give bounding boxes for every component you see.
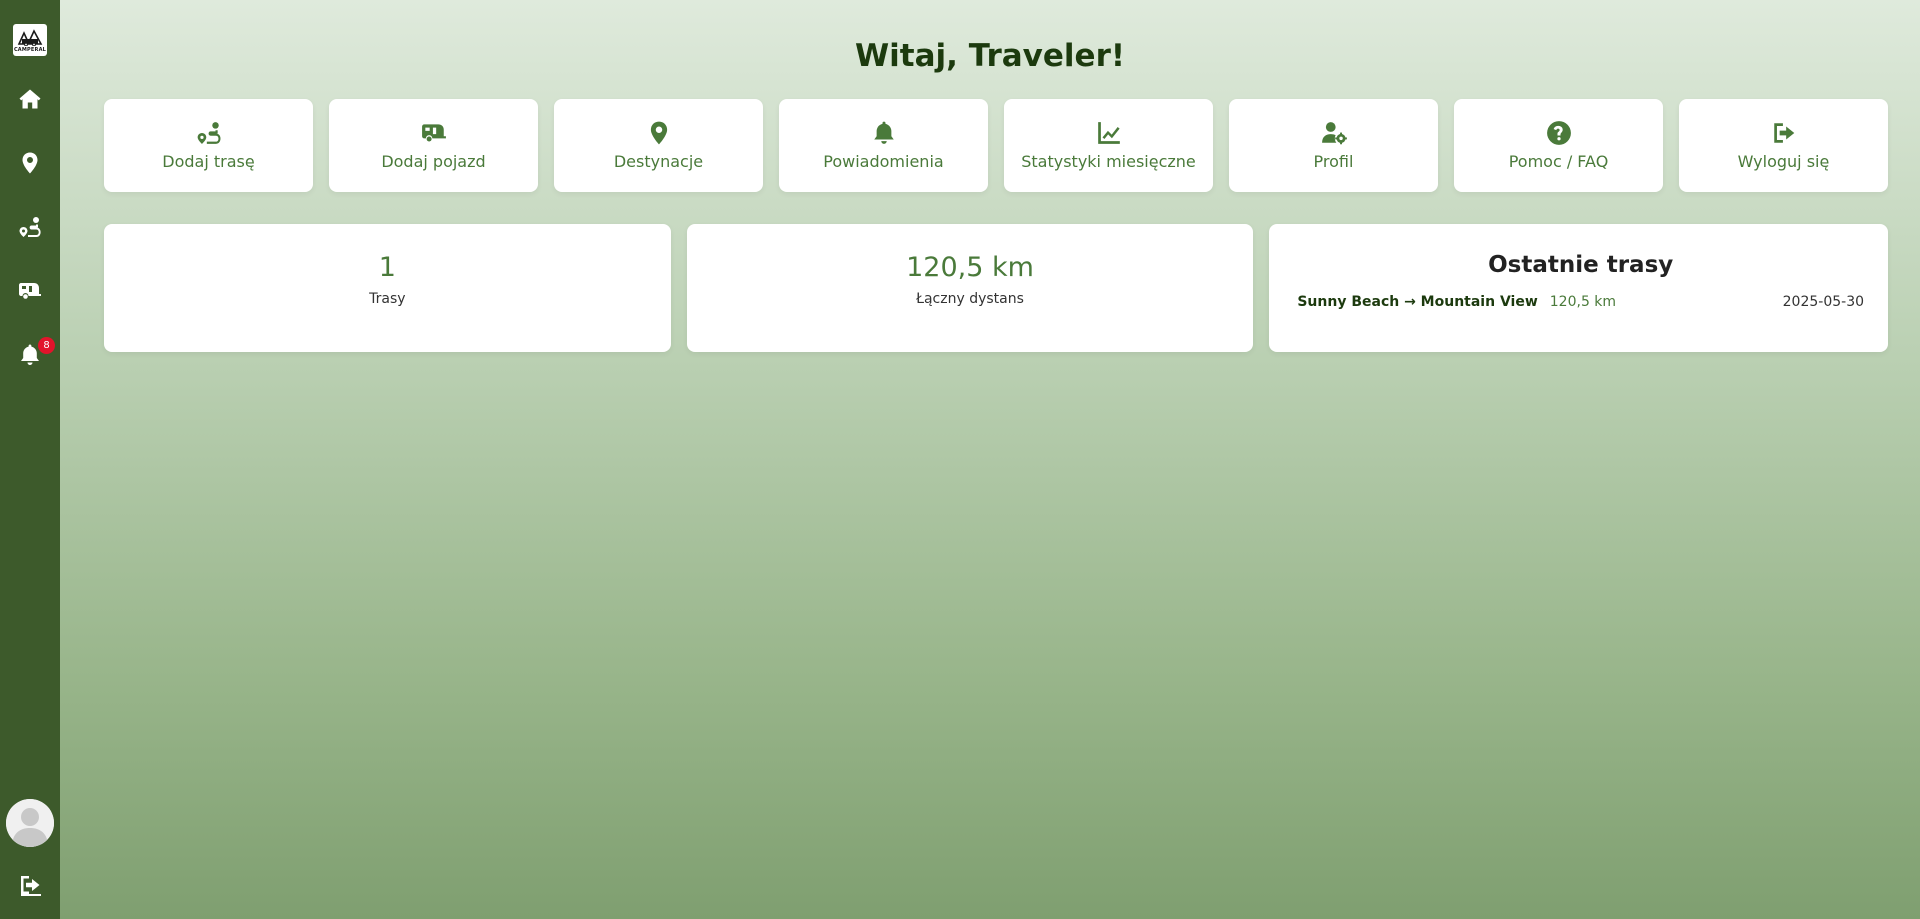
sidebar-item-home[interactable] xyxy=(0,67,60,131)
recent-routes-title: Ostatnie trasy xyxy=(1488,252,1674,278)
route-distance: 120,5 km xyxy=(1549,294,1617,310)
routes-count-card: 1 Trasy xyxy=(104,224,671,352)
avatar[interactable] xyxy=(6,799,54,847)
routes-count-label: Trasy xyxy=(369,291,406,307)
question-circle-icon xyxy=(1546,121,1571,145)
route-icon xyxy=(19,217,41,237)
map-pin-icon xyxy=(650,121,667,145)
action-label: Powiadomienia xyxy=(823,152,944,171)
list-item[interactable]: Sunny Beach → Mountain View 120,5 km 202… xyxy=(1297,294,1864,310)
add-route-button[interactable]: Dodaj trasę xyxy=(104,99,313,192)
action-label: Dodaj trasę xyxy=(162,152,255,171)
routes-count-value: 1 xyxy=(378,252,396,283)
user-gear-icon xyxy=(1321,122,1347,145)
sidebar-item-notifications[interactable]: 8 xyxy=(0,323,60,387)
action-label: Profil xyxy=(1313,152,1354,171)
action-label: Wyloguj się xyxy=(1737,152,1830,171)
map-pin-icon xyxy=(22,152,38,174)
logo-text: CAMPERAL xyxy=(13,46,47,53)
total-distance-label: Łączny dystans xyxy=(916,291,1024,307)
action-label: Pomoc / FAQ xyxy=(1508,152,1609,171)
logout-icon xyxy=(1773,123,1794,143)
route-name: Sunny Beach → Mountain View xyxy=(1297,294,1538,310)
bell-icon xyxy=(873,121,894,144)
action-label: Dodaj pojazd xyxy=(381,152,486,171)
page-title: Witaj, Traveler! xyxy=(854,38,1125,74)
avatar-icon xyxy=(6,799,54,847)
quick-actions: Dodaj trasę Dodaj pojazd Destynacje Powi… xyxy=(104,99,1888,192)
sidebar-logout-button[interactable] xyxy=(0,853,60,917)
sidebar-item-destinations[interactable] xyxy=(0,131,60,195)
destinations-button[interactable]: Destynacje xyxy=(554,99,763,192)
add-vehicle-button[interactable]: Dodaj pojazd xyxy=(329,99,538,192)
profile-button[interactable]: Profil xyxy=(1229,99,1438,192)
route-date: 2025-05-30 xyxy=(1782,294,1865,310)
action-label: Statystyki miesięczne xyxy=(1021,152,1196,171)
route-icon xyxy=(197,122,221,144)
sidebar-item-routes[interactable] xyxy=(0,195,60,259)
help-faq-button[interactable]: Pomoc / FAQ xyxy=(1454,99,1663,192)
caravan-icon xyxy=(421,124,446,142)
monthly-stats-button[interactable]: Statystyki miesięczne xyxy=(1004,99,1213,192)
recent-routes-card: Ostatnie trasy Sunny Beach → Mountain Vi… xyxy=(1269,224,1889,352)
notification-count-badge: 8 xyxy=(38,337,55,354)
home-icon xyxy=(19,89,41,109)
sidebar-bottom xyxy=(0,799,60,919)
app-logo[interactable]: CAMPERAL xyxy=(13,24,47,56)
sidebar: CAMPERAL 8 xyxy=(0,0,60,919)
total-distance-card: 120,5 km Łączny dystans xyxy=(686,224,1254,352)
main-content: Witaj, Traveler! Dodaj trasę Dodaj pojaz… xyxy=(60,0,1920,919)
caravan-icon xyxy=(19,283,41,299)
notifications-button[interactable]: Powiadomienia xyxy=(779,99,988,192)
logout-button[interactable]: Wyloguj się xyxy=(1679,99,1888,192)
sidebar-item-vehicles[interactable] xyxy=(0,259,60,323)
action-label: Destynacje xyxy=(613,152,704,171)
total-distance-value: 120,5 km xyxy=(906,252,1034,283)
stats-section: 1 Trasy 120,5 km Łączny dystans Ostatnie… xyxy=(104,224,1889,352)
chart-line-icon xyxy=(1097,122,1120,144)
camper-logo-icon xyxy=(17,28,43,46)
logout-icon xyxy=(21,876,41,896)
